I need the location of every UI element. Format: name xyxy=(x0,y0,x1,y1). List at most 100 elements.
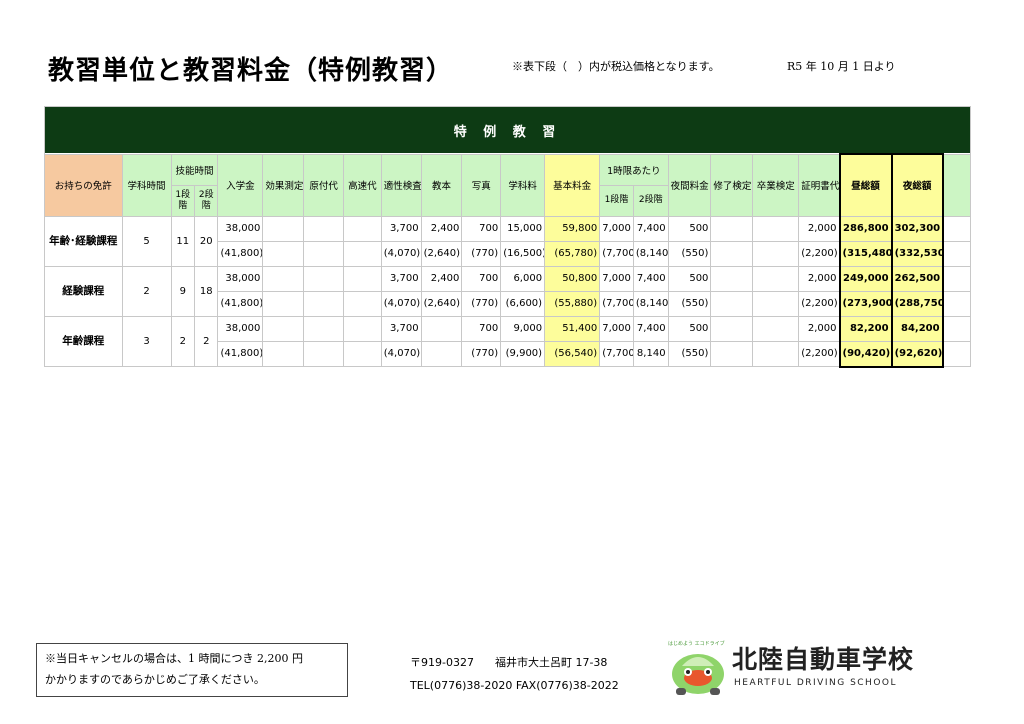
cell-night-total: (92,620) xyxy=(890,340,944,368)
cell-stage2: 20 xyxy=(194,215,219,267)
cell-academic-fee: (9,900) xyxy=(500,340,546,367)
cell-enrollment: 38,000 xyxy=(217,315,264,342)
cell-hourly-s1: (7,700) xyxy=(599,290,634,317)
cell-effect xyxy=(262,340,305,367)
header-night-total: 夜総額 xyxy=(890,153,944,217)
cell-blank xyxy=(942,265,971,292)
cell-hourly-s1: (7,700) xyxy=(599,340,634,367)
cell-stage1: 11 xyxy=(170,215,196,267)
cell-textbook: (2,640) xyxy=(420,240,463,267)
cell-textbook: 2,400 xyxy=(420,215,463,242)
header-effect-measure: 効果測定 xyxy=(262,153,305,217)
cell-photo: (770) xyxy=(461,290,502,317)
cell-completion xyxy=(710,265,754,292)
cell-hourly-s1: 7,000 xyxy=(599,315,634,342)
cell-basic-fee: (55,880) xyxy=(544,290,601,317)
effective-date: R5 年 10 月 1 日より xyxy=(787,60,896,73)
header-hourly-stage2: 2段階 xyxy=(632,184,669,217)
cell-basic-fee: 59,800 xyxy=(544,215,601,242)
cell-certificate: 2,000 xyxy=(798,315,841,342)
cell-certificate: (2,200) xyxy=(798,240,841,267)
cell-enrollment: (41,800) xyxy=(217,290,264,317)
cell-hourly-s1: (7,700) xyxy=(599,240,634,267)
cell-aptitude: (4,070) xyxy=(380,240,422,267)
cell-course: 年齢課程 xyxy=(44,315,123,367)
cell-blank xyxy=(942,340,971,367)
header-photo: 写真 xyxy=(461,153,502,217)
cell-origin xyxy=(303,315,345,342)
table-body: 年齢･経験課程 5 11 20 38,000 3,700 2,400 700 15,000 59,… xyxy=(44,215,971,368)
cell-graduation xyxy=(752,340,800,367)
cell-photo: 700 xyxy=(461,215,502,242)
cell-hourly-s2: 8,140 xyxy=(632,340,669,367)
cell-certificate: (2,200) xyxy=(798,290,841,317)
cancel-notice: ※当日キャンセルの場合は、1 時間につき 2,200 円 かかりますのであらかじ… xyxy=(36,643,348,697)
cancel-line-2: かかりますのであらかじめご了承ください。 xyxy=(45,673,265,686)
cell-stage2: 18 xyxy=(194,265,219,317)
cell-textbook: (2,640) xyxy=(420,290,463,317)
cell-completion xyxy=(710,215,754,242)
cell-photo: (770) xyxy=(461,240,502,267)
header-graduation: 卒業検定 xyxy=(752,153,800,217)
cell-night-fee: (550) xyxy=(667,290,712,317)
cell-academic-fee: (16,500) xyxy=(500,240,546,267)
car-mascot-icon xyxy=(672,654,724,695)
header-hourly: 1時限あたり xyxy=(599,153,669,186)
cell-highway xyxy=(343,215,382,242)
cell-textbook xyxy=(420,315,463,342)
cell-textbook xyxy=(420,340,463,367)
header-academic-fee: 学科料 xyxy=(500,153,546,217)
cell-academic-hours: 2 xyxy=(121,265,172,317)
cell-hourly-s2: 7,400 xyxy=(632,265,669,292)
cell-blank xyxy=(942,240,971,267)
cell-blank xyxy=(942,290,971,317)
logo-name: 北陸自動車学校 xyxy=(732,645,915,674)
header-stage1: 1段階 xyxy=(170,184,196,217)
cell-highway xyxy=(343,290,382,317)
fee-table: 特 例 教 習 お持ちの免許 学科時間 技能時間 入学金 効果測定 原付代 高速… xyxy=(44,106,971,368)
cell-night-fee: 500 xyxy=(667,315,712,342)
cell-completion xyxy=(710,315,754,342)
header-basic-fee: 基本料金 xyxy=(544,153,601,217)
table-row: 年齢課程 3 2 2 38,000 3,700 700 9,000 51,400 7,000 7,4… xyxy=(44,315,971,367)
header-certificate: 証明書代 xyxy=(798,153,841,217)
table-banner: 特 例 教 習 xyxy=(44,106,971,155)
cell-certificate: 2,000 xyxy=(798,265,841,292)
cell-night-total: 302,300 xyxy=(890,215,944,242)
cell-certificate: 2,000 xyxy=(798,215,841,242)
cell-completion xyxy=(710,290,754,317)
cell-basic-fee: (65,780) xyxy=(544,240,601,267)
table-row: 経験課程 2 9 18 38,000 3,700 2,400 700 6,000 50,800 7,… xyxy=(44,265,971,317)
header-origin-fee: 原付代 xyxy=(303,153,345,217)
cell-enrollment: (41,800) xyxy=(217,340,264,367)
logo-subtitle: HEARTFUL DRIVING SCHOOL xyxy=(734,678,898,688)
cell-academic-fee: 15,000 xyxy=(500,215,546,242)
cell-photo: (770) xyxy=(461,340,502,367)
cell-blank xyxy=(942,215,971,242)
cell-night-total: 84,200 xyxy=(890,315,944,342)
cell-hourly-s2: 7,400 xyxy=(632,315,669,342)
page-title: 教習単位と教習料金（特例教習） xyxy=(48,56,454,86)
cell-day-total: (315,480) xyxy=(838,240,893,267)
cell-academic-hours: 5 xyxy=(121,215,172,267)
cell-aptitude: (4,070) xyxy=(380,340,422,367)
header-textbook: 教本 xyxy=(420,153,463,217)
header-hourly-stage1: 1段階 xyxy=(599,184,634,217)
cell-hourly-s2: (8,140) xyxy=(632,240,669,267)
header-aptitude: 適性検査 xyxy=(380,153,422,217)
cell-enrollment: 38,000 xyxy=(217,215,264,242)
cell-graduation xyxy=(752,265,800,292)
cell-effect xyxy=(262,240,305,267)
cell-graduation xyxy=(752,240,800,267)
address-block: 〒919-0327 福井市大土呂町 17-38 TEL(0776)38-2020… xyxy=(410,651,619,697)
cell-academic-hours: 3 xyxy=(121,315,172,367)
cell-highway xyxy=(343,340,382,367)
cell-aptitude: 3,700 xyxy=(380,265,422,292)
cell-effect xyxy=(262,265,305,292)
cell-graduation xyxy=(752,315,800,342)
header-highway: 高速代 xyxy=(343,153,382,217)
cell-night-fee: (550) xyxy=(667,240,712,267)
cell-stage2: 2 xyxy=(194,315,219,367)
cell-night-total: (288,750) xyxy=(890,290,944,317)
cell-day-total: 82,200 xyxy=(838,315,893,342)
